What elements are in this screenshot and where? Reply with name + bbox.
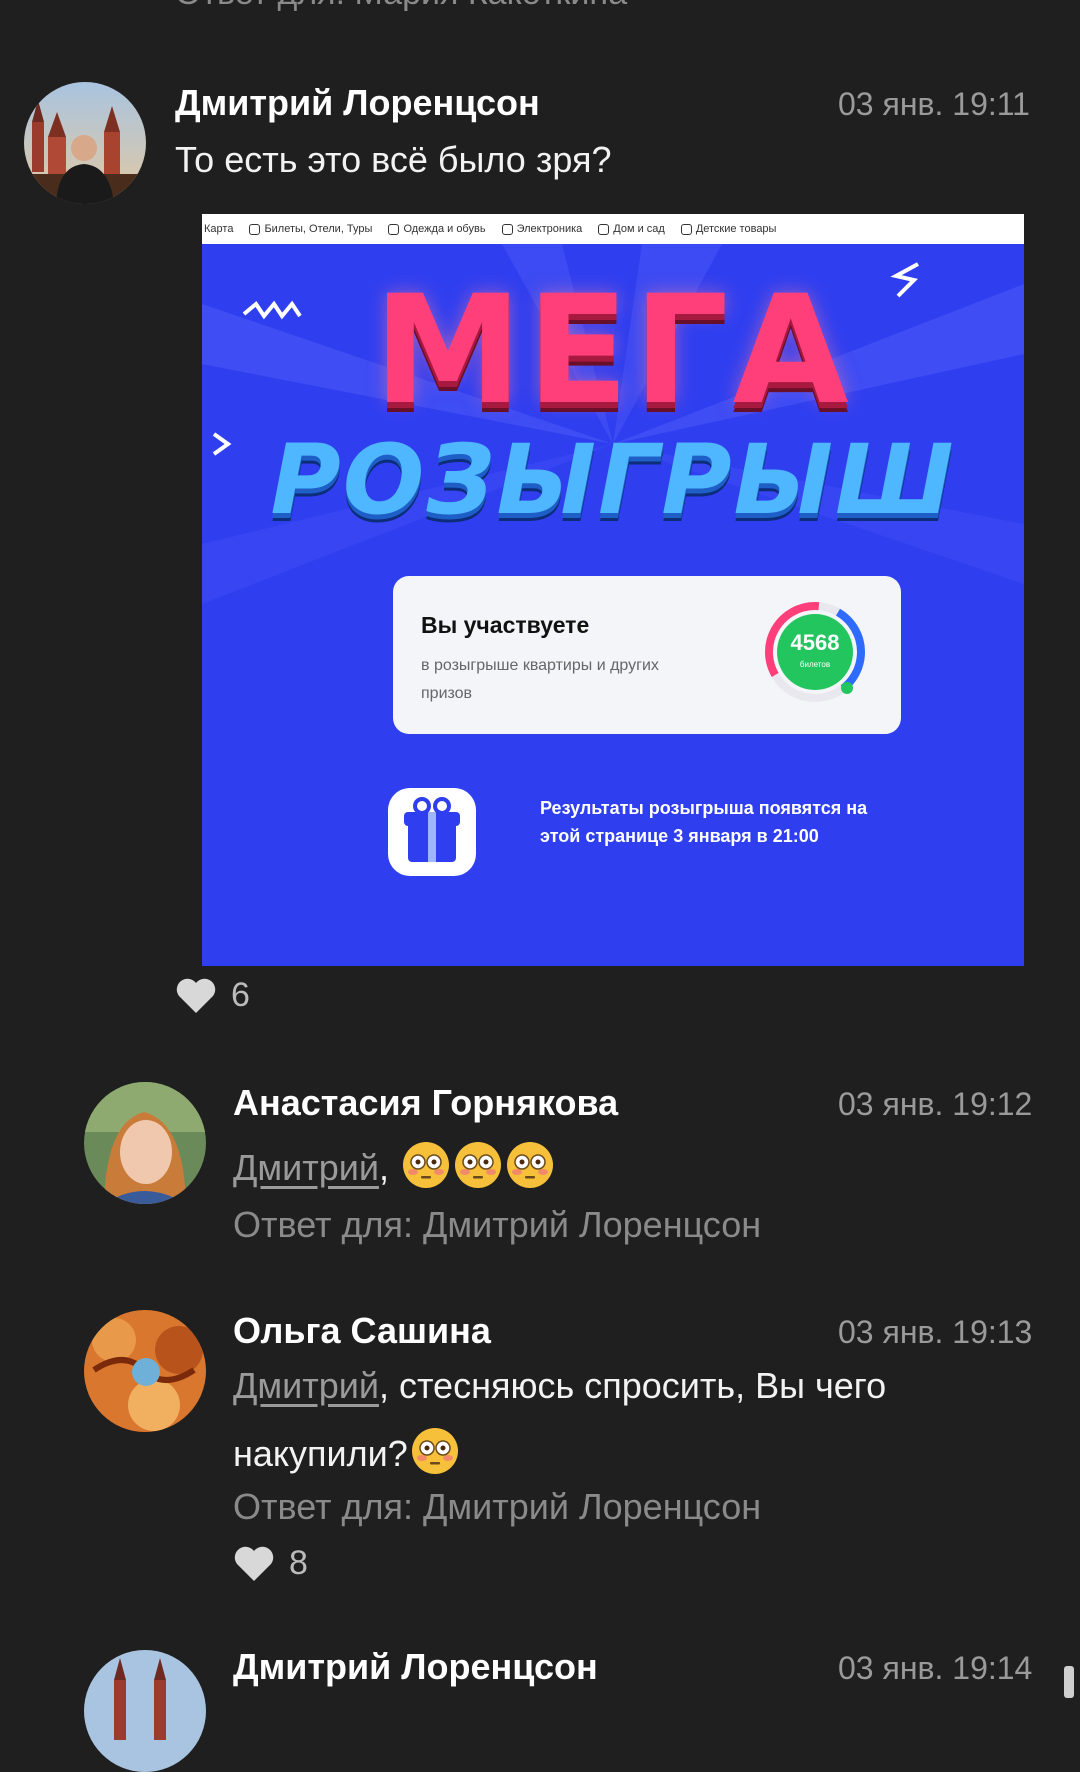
promo-title-line1: МЕГА (373, 264, 853, 438)
heart-icon (176, 978, 216, 1013)
avatar[interactable] (84, 1082, 206, 1204)
comment-text: Дмитрий, стесняюсь спросить, Вы чего нак… (233, 1365, 887, 1474)
comment-time: 03 янв. 19:12 (838, 1086, 1033, 1122)
scrollbar-thumb[interactable] (1064, 1666, 1074, 1698)
avatar[interactable] (24, 82, 146, 204)
like-button[interactable]: 6 (175, 976, 250, 1015)
mention-link[interactable]: Дмитрий (233, 1147, 379, 1188)
comment-author[interactable]: Дмитрий Лоренцсон (233, 1646, 598, 1688)
promo-nav-bar: Карта Билеты, Отели, Туры Одежда и обувь… (202, 214, 1024, 244)
promo-nav-item: Одежда и обувь (388, 223, 486, 235)
flushed-face-icon (411, 1428, 458, 1474)
promo-nav-item: Электроника (501, 223, 582, 235)
comment-attachment-image[interactable]: Карта Билеты, Отели, Туры Одежда и обувь… (202, 214, 1024, 966)
promo-nav-item: Детские товары (680, 223, 776, 235)
comment-author[interactable]: Дмитрий Лоренцсон (175, 82, 540, 124)
shirt-icon (388, 223, 400, 235)
result-announcement: Результаты розыгрыша появятся на этой ст… (540, 798, 868, 846)
promo-nav-item: Дом и сад (598, 223, 665, 235)
reply-to-cut: Ответ для: Мария Какоткина (175, 0, 627, 13)
comment-time: 03 янв. 19:14 (838, 1650, 1033, 1686)
toy-icon (680, 223, 692, 235)
plane-icon (249, 223, 261, 235)
avatar-photo-icon (84, 1082, 206, 1204)
flushed-face-icon (507, 1142, 553, 1188)
comment-time: 03 янв. 19:11 (838, 86, 1030, 122)
card-title: Вы участвуете (421, 612, 590, 638)
phone-icon (501, 223, 513, 235)
mention-link[interactable]: Дмитрий (233, 1365, 379, 1406)
like-button[interactable]: 8 (233, 1544, 308, 1583)
comment-author[interactable]: Анастасия Горнякова (233, 1082, 618, 1124)
avatar[interactable] (84, 1650, 206, 1772)
avatar-photo-icon (84, 1310, 206, 1432)
like-count: 6 (231, 976, 250, 1014)
promo-nav-item: Билеты, Отели, Туры (249, 223, 372, 235)
comment-text: То есть это всё было зря? (175, 139, 612, 180)
tickets-label: билетов (799, 660, 831, 669)
reply-to[interactable]: Ответ для: Дмитрий Лоренцсон (233, 1204, 761, 1246)
avatar-photo-icon (84, 1650, 206, 1772)
reply-to[interactable]: Ответ для: Дмитрий Лоренцсон (233, 1486, 761, 1528)
heart-icon (234, 1546, 274, 1581)
flushed-face-icon (455, 1142, 501, 1188)
comment-author[interactable]: Ольга Сашина (233, 1310, 491, 1352)
promo-title-line2: РОЗЫГРЫШ (270, 424, 956, 536)
promo-nav-item: Карта (204, 223, 234, 235)
avatar[interactable] (84, 1310, 206, 1432)
sofa-icon (598, 223, 610, 235)
flushed-face-icon (403, 1142, 449, 1188)
avatar-photo-icon (24, 82, 146, 204)
like-count: 8 (289, 1544, 308, 1582)
participation-card: Вы участвуете в розыгрыше квартиры и дру… (393, 576, 901, 734)
card-subtitle: в розыгрыше квартиры и других призов (421, 657, 659, 702)
comment-time: 03 янв. 19:13 (838, 1314, 1033, 1350)
comment-text: Дмитрий, (233, 1134, 555, 1202)
gift-icon (388, 788, 476, 876)
tickets-count: 4568 (790, 630, 840, 655)
